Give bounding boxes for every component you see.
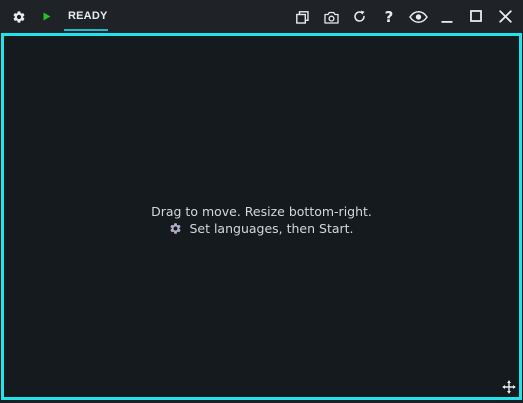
status-label: READY xyxy=(68,10,108,22)
minimize-icon[interactable] xyxy=(438,8,456,26)
copy-icon[interactable] xyxy=(293,8,311,26)
play-icon[interactable] xyxy=(40,9,54,23)
refresh-icon[interactable] xyxy=(350,7,368,25)
camera-icon[interactable] xyxy=(321,8,341,26)
help-icon[interactable]: ? xyxy=(380,7,398,27)
title-bar[interactable]: READY ? xyxy=(0,0,523,34)
gear-icon xyxy=(169,222,182,235)
instruction-line-2: Set languages, then Start. xyxy=(0,220,523,237)
close-icon[interactable] xyxy=(496,7,514,25)
instructions: Drag to move. Resize bottom-right. Set l… xyxy=(0,203,523,237)
eye-icon[interactable] xyxy=(406,7,430,27)
app-window: READY ? Drag to move. Resize bottom-righ… xyxy=(0,0,523,403)
help-glyph: ? xyxy=(384,7,394,26)
maximize-icon[interactable] xyxy=(467,7,485,25)
instruction-line-1: Drag to move. Resize bottom-right. xyxy=(151,204,372,219)
status-underline xyxy=(64,29,108,31)
instruction-line-2-text: Set languages, then Start. xyxy=(189,221,354,236)
resize-handle-icon[interactable] xyxy=(499,377,519,397)
gear-icon[interactable] xyxy=(10,8,28,26)
